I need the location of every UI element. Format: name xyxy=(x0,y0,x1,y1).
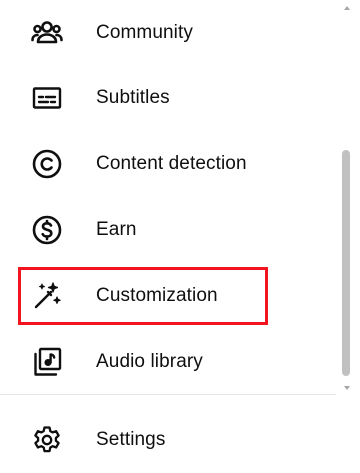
sidebar-item-settings[interactable]: Settings xyxy=(0,410,336,470)
scrollbar-thumb[interactable] xyxy=(342,150,350,376)
scroll-up-arrow-icon[interactable] xyxy=(344,6,350,10)
sidebar-item-label: Audio library xyxy=(96,351,203,372)
sidebar-item-label: Community xyxy=(96,22,193,43)
subtitles-icon xyxy=(30,81,64,115)
sidebar-item-label: Subtitles xyxy=(96,87,170,108)
sidebar-item-community[interactable]: Community xyxy=(0,3,336,63)
divider xyxy=(0,394,336,395)
community-icon xyxy=(30,16,64,50)
sidebar-item-label: Content detection xyxy=(96,153,247,174)
dollar-icon xyxy=(30,213,64,247)
sidebar-item-earn[interactable]: Earn xyxy=(0,200,336,260)
sidebar-item-content-detection[interactable]: Content detection xyxy=(0,134,336,194)
studio-sidebar-panel: Community Subtitles Content detection Ea… xyxy=(0,0,360,473)
scrollbar[interactable] xyxy=(336,0,360,400)
gear-icon xyxy=(30,423,64,457)
sidebar-item-subtitles[interactable]: Subtitles xyxy=(0,68,336,128)
highlight-box xyxy=(18,267,268,325)
scroll-down-arrow-icon[interactable] xyxy=(344,386,350,390)
sidebar-item-label: Earn xyxy=(96,219,137,240)
sidebar-item-audio-library[interactable]: Audio library xyxy=(0,332,336,392)
sidebar-nav-list: Community Subtitles Content detection Ea… xyxy=(0,0,336,400)
copyright-icon xyxy=(30,147,64,181)
audio-library-icon xyxy=(30,345,64,379)
sidebar-item-label: Settings xyxy=(96,429,166,450)
